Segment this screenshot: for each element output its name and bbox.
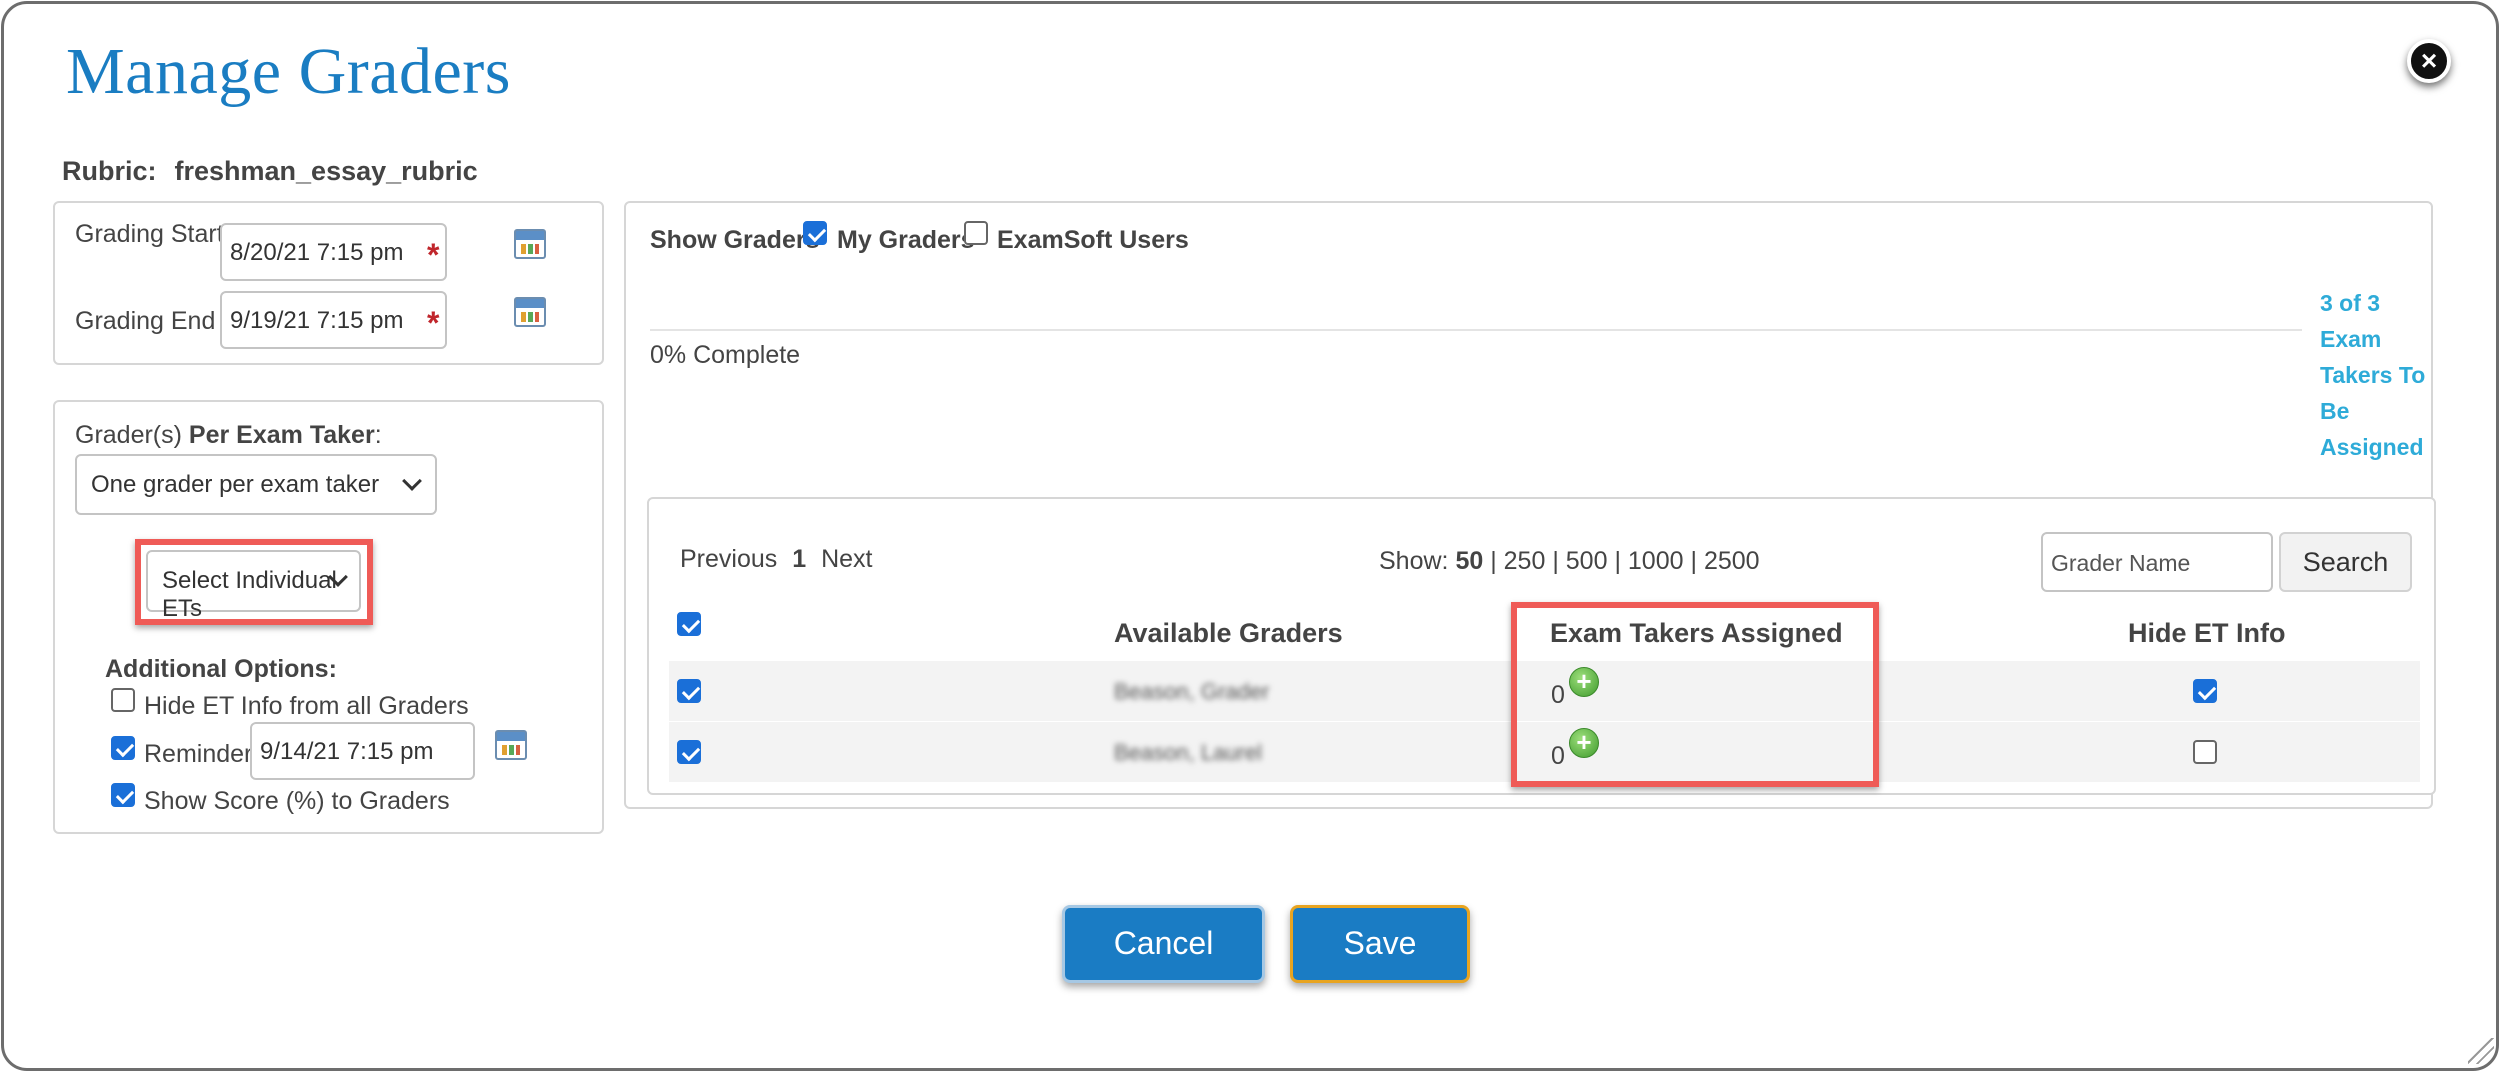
additional-options-heading: Additional Options: — [105, 655, 337, 683]
assign-status-line: Exam — [2320, 326, 2382, 352]
grading-start-value: 8/20/21 7:15 pm — [230, 239, 404, 266]
dialog-title: Manage Graders — [66, 35, 511, 108]
page-size-option[interactable]: 1000 — [1628, 547, 1684, 575]
grader-name-search-input[interactable]: Grader Name — [2041, 532, 2273, 592]
assign-status-line: Be — [2320, 398, 2350, 424]
graders-main-panel: Show Graders My Graders ExamSoft Users 0… — [624, 201, 2436, 809]
column-header-available-graders: Available Graders — [1114, 618, 1343, 648]
page-size-options: Show: 50 | 250 | 500 | 1000 | 2500 — [1379, 547, 1760, 576]
separator: | — [1614, 547, 1621, 575]
hide-et-info-label: Hide ET Info from all Graders — [144, 692, 469, 720]
column-header-hide-et-info: Hide ET Info — [2128, 618, 2286, 648]
assigned-column-highlight — [1511, 602, 1879, 787]
row-select-checkbox[interactable] — [677, 679, 701, 703]
examsoft-users-checkbox[interactable] — [964, 221, 988, 245]
reminder-label: Reminder: — [144, 740, 260, 768]
hide-et-info-checkbox[interactable] — [2193, 679, 2217, 703]
rubric-row: Rubric: freshman_essay_rubric — [62, 156, 478, 187]
assign-status-line: 3 of 3 — [2320, 290, 2381, 316]
grading-start-label: Grading Start — [75, 220, 224, 248]
pagination: Previous 1 Next — [680, 545, 872, 574]
select-all-checkbox[interactable] — [677, 612, 701, 636]
manage-graders-dialog: Manage Graders × Rubric: freshman_essay_r… — [1, 1, 2499, 1071]
assign-status-line: Assigned — [2320, 434, 2424, 460]
graders-per-taker-label: Grader(s) Per Exam Taker: — [75, 421, 382, 449]
calendar-icon[interactable] — [514, 297, 546, 327]
save-button[interactable]: Save — [1290, 905, 1470, 983]
grading-start-input[interactable]: 8/20/21 7:15 pm * — [220, 223, 447, 281]
row-select-checkbox[interactable] — [677, 740, 701, 764]
show-score-checkbox[interactable] — [111, 783, 135, 807]
grader-name: Beason, Grader — [1114, 679, 1270, 704]
my-graders-checkbox[interactable] — [803, 221, 827, 245]
progress-bar — [650, 329, 2302, 331]
my-graders-label: My Graders — [837, 226, 975, 254]
select-individual-ets[interactable]: Select Individual ETs — [146, 550, 361, 622]
assign-status-line: Takers To — [2320, 362, 2426, 388]
calendar-icon[interactable] — [495, 730, 527, 760]
required-asterisk: * — [427, 237, 440, 273]
resize-grip-icon[interactable] — [2468, 1038, 2494, 1064]
search-button[interactable]: Search — [2279, 532, 2412, 592]
grader-options-panel: Grader(s) Per Exam Taker: One grader per… — [53, 400, 604, 834]
page-size-option[interactable]: 500 — [1566, 547, 1608, 575]
hide-et-info-checkbox[interactable] — [2193, 740, 2217, 764]
previous-link[interactable]: Previous — [680, 545, 777, 573]
hide-et-info-checkbox[interactable] — [111, 688, 135, 712]
separator: | — [1490, 547, 1497, 575]
current-page: 1 — [792, 545, 807, 573]
chevron-down-icon — [402, 471, 422, 491]
required-asterisk: * — [427, 305, 440, 341]
rubric-label: Rubric: — [62, 156, 157, 186]
show-label: Show: — [1379, 547, 1449, 575]
progress-text: 0% Complete — [650, 341, 801, 369]
page-size-option[interactable]: 50 — [1455, 547, 1483, 575]
reminder-checkbox[interactable] — [111, 736, 135, 760]
examsoft-users-label: ExamSoft Users — [997, 226, 1189, 254]
grader-name: Beason, Laurel — [1114, 740, 1262, 765]
reminder-input[interactable]: 9/14/21 7:15 pm — [250, 722, 475, 780]
page-size-option[interactable]: 250 — [1504, 547, 1546, 575]
page-size-option[interactable]: 2500 — [1704, 547, 1760, 575]
grading-dates-panel: Grading Start 8/20/21 7:15 pm * Grading … — [53, 201, 604, 365]
grading-end-input[interactable]: 9/19/21 7:15 pm * — [220, 291, 447, 349]
rubric-value: freshman_essay_rubric — [174, 156, 478, 186]
grading-end-value: 9/19/21 7:15 pm — [230, 307, 404, 334]
assign-status: 3 of 3 Exam Takers To Be Assigned — [2320, 285, 2430, 465]
graders-per-taker-select[interactable]: One grader per exam taker — [75, 454, 437, 515]
cancel-button[interactable]: Cancel — [1062, 905, 1265, 983]
show-score-label: Show Score (%) to Graders — [144, 787, 450, 815]
close-icon[interactable]: × — [2407, 39, 2451, 83]
separator: | — [1552, 547, 1559, 575]
separator: | — [1690, 547, 1697, 575]
grading-end-label: Grading End — [75, 307, 216, 335]
next-link[interactable]: Next — [821, 545, 872, 573]
show-graders-label: Show Graders — [650, 226, 820, 254]
calendar-icon[interactable] — [514, 229, 546, 259]
